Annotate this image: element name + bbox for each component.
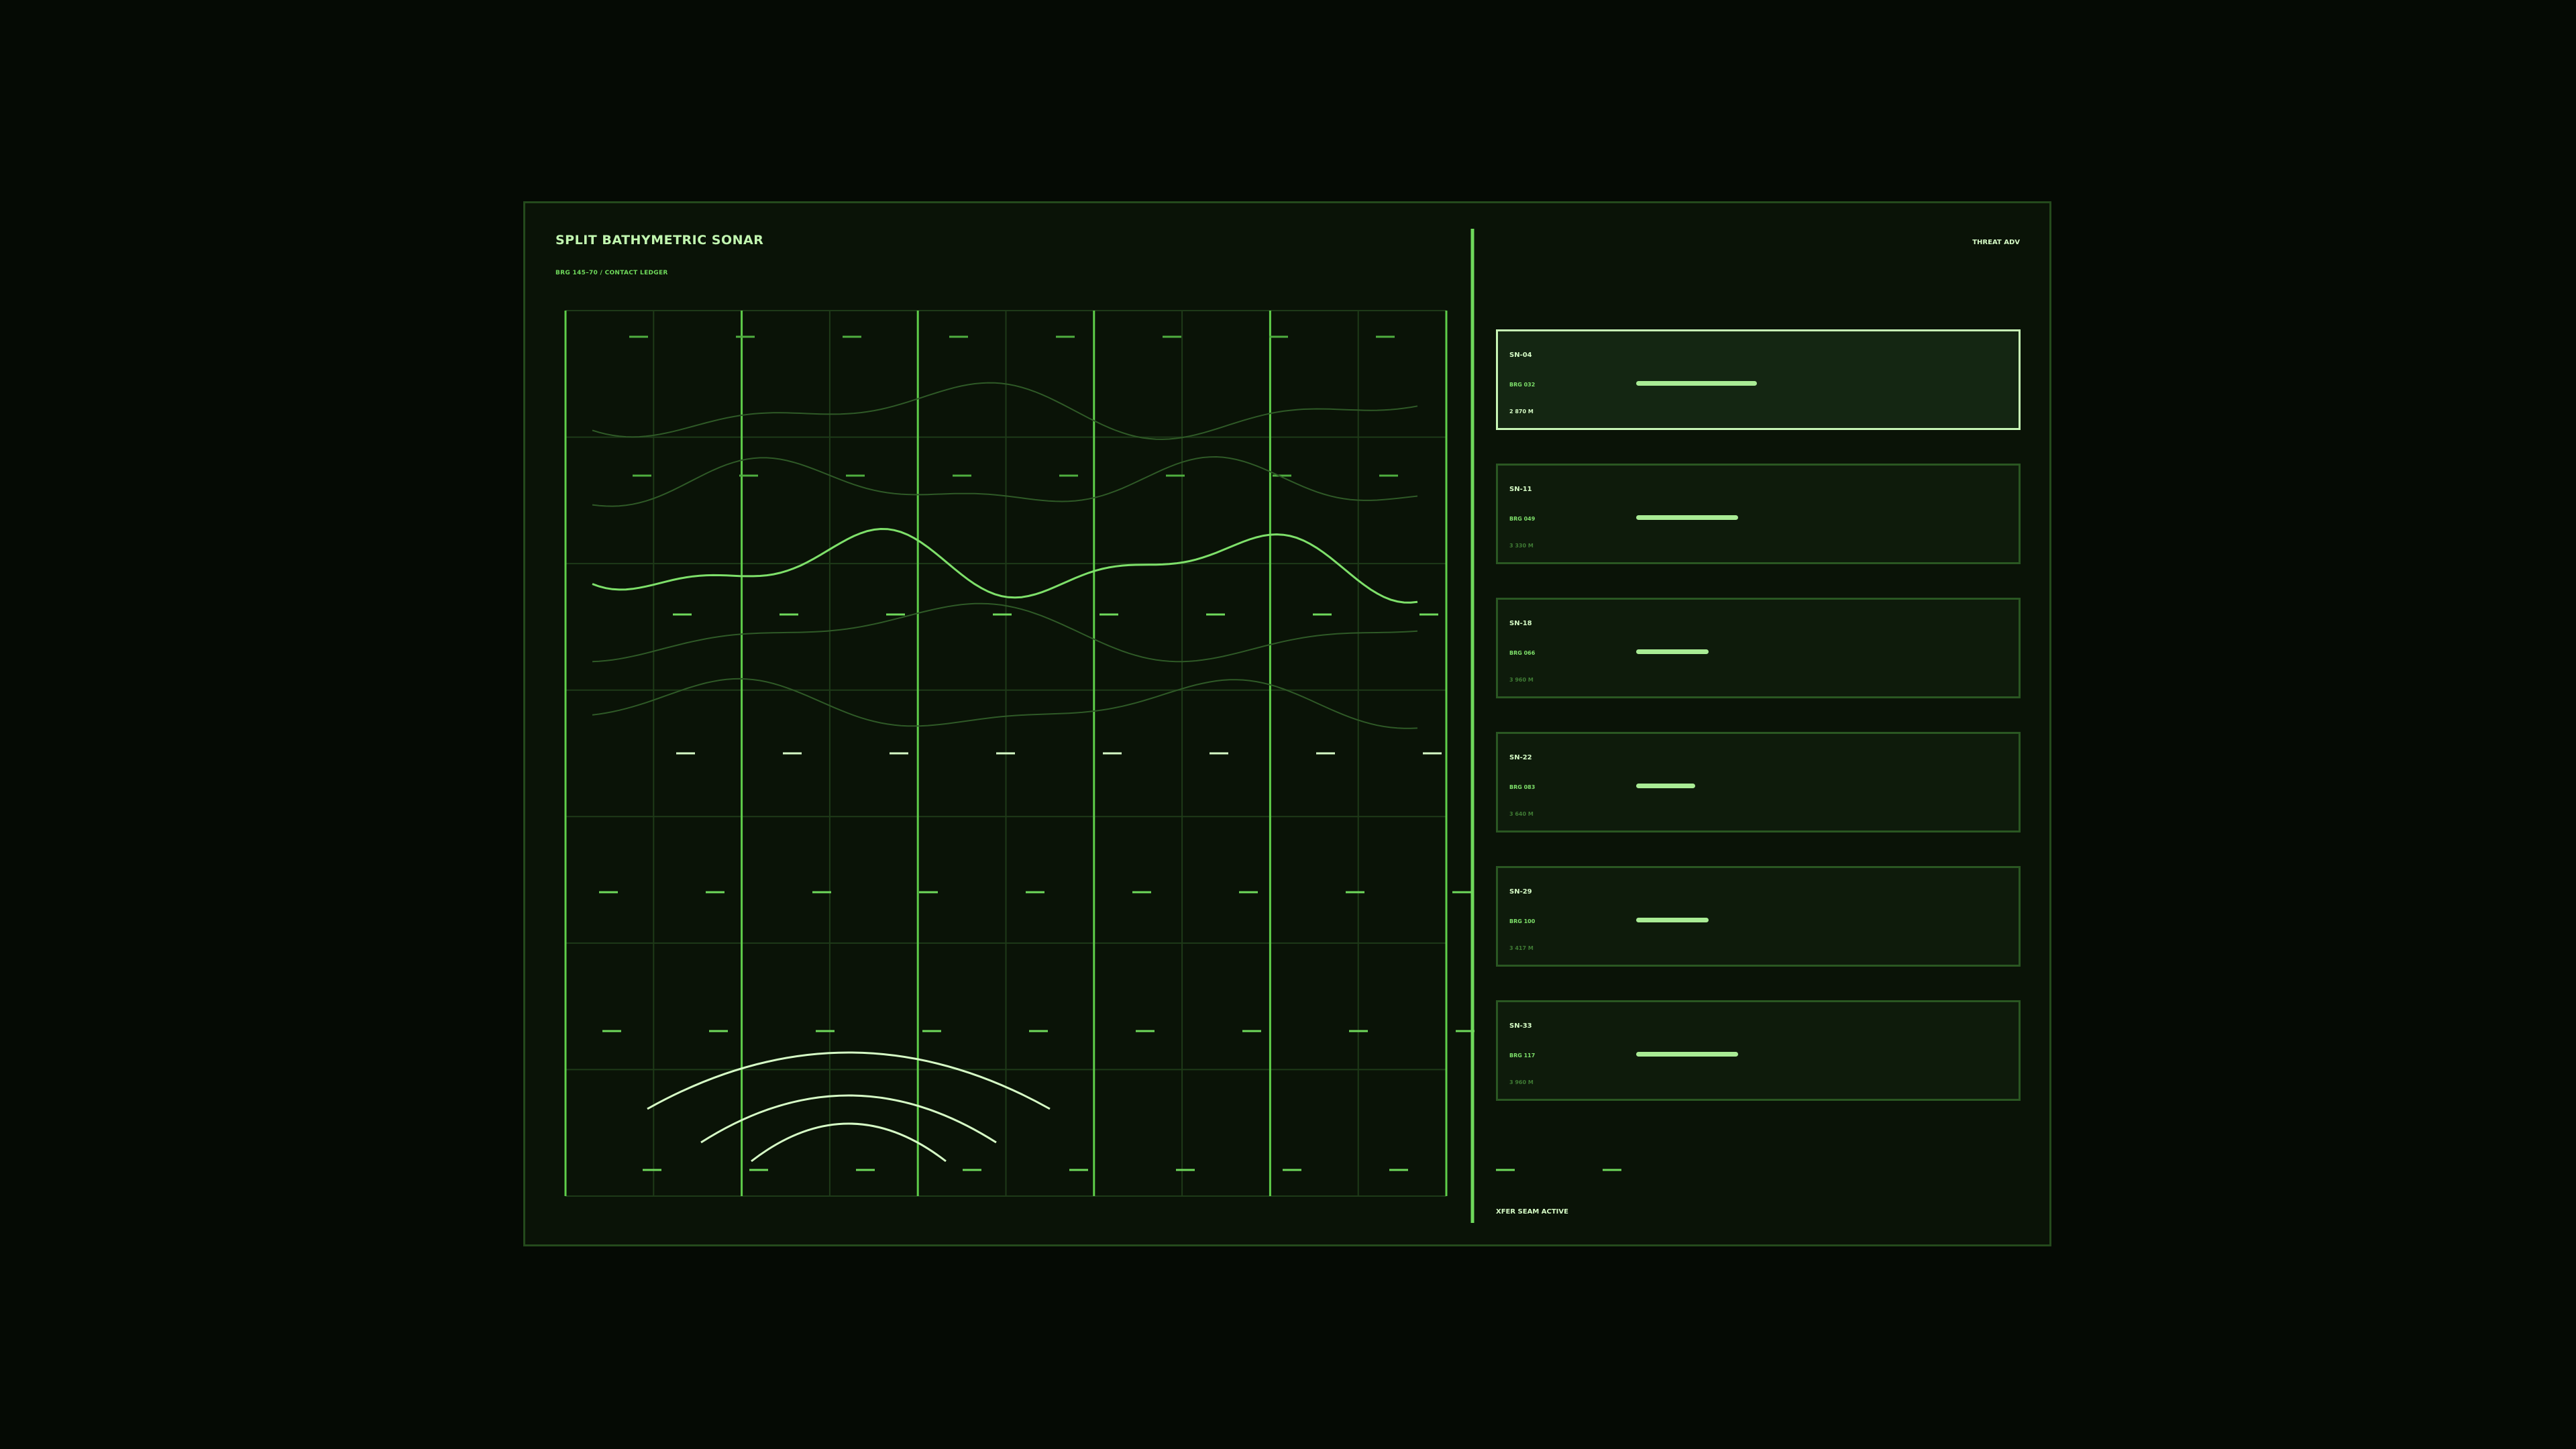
contact-card-sn-33[interactable]: SN-33 BRG 117 3 960 M [1496,1000,2021,1101]
contact-bearing: BRG 049 [1509,516,1536,522]
contact-card-sn-04[interactable]: SN-04 BRG 032 2 870 M [1496,329,2021,430]
contact-strength-bar [1636,1052,1738,1057]
contact-range: 3 640 M [1509,811,1534,817]
contact-range: 3 960 M [1509,677,1534,683]
contact-bearing: BRG 083 [1509,784,1536,790]
contact-strength-bar [1636,381,1757,386]
contact-bearing: BRG 032 [1509,382,1536,388]
depth-profile-primary [592,527,1418,604]
contact-strength-bar [1636,784,1695,788]
contact-bearing: BRG 117 [1509,1053,1536,1059]
contact-id: SN-29 [1509,888,1532,896]
contact-range: 2 870 M [1509,409,1534,415]
contact-id: SN-22 [1509,754,1532,761]
contact-id: SN-18 [1509,620,1532,627]
transfer-seam-status: XFER SEAM ACTIVE [1496,1208,1568,1216]
depth-profile-faint [592,455,1418,507]
contact-id: SN-04 [1509,352,1532,359]
contact-range: 3 417 M [1509,945,1534,951]
contact-card-sn-22[interactable]: SN-22 BRG 083 3 640 M [1496,732,2021,833]
sonar-panel: SPLIT BATHYMETRIC SONAR BRG 145–70 / CON… [523,201,2051,1246]
contact-strength-bar [1636,649,1709,654]
depth-profile-faint [592,382,1418,440]
contact-bearing: BRG 100 [1509,918,1536,924]
contact-strength-bar [1636,918,1709,922]
depth-profile-faint [592,678,1418,729]
contact-card-sn-18[interactable]: SN-18 BRG 066 3 960 M [1496,598,2021,698]
contact-id: SN-11 [1509,486,1532,493]
contact-strength-bar [1636,515,1738,520]
contact-id: SN-33 [1509,1022,1532,1030]
contact-range: 3 330 M [1509,543,1534,549]
sonar-ping-arc [700,1094,997,1144]
depth-profile-faint [592,602,1418,663]
sonar-ping-arc [751,1122,947,1163]
contact-card-sn-11[interactable]: SN-11 BRG 049 3 330 M [1496,464,2021,564]
contact-card-sn-29[interactable]: SN-29 BRG 100 3 417 M [1496,866,2021,967]
contact-range: 3 960 M [1509,1079,1534,1085]
sonar-ping-arc [647,1051,1051,1110]
contact-bearing: BRG 066 [1509,650,1536,656]
